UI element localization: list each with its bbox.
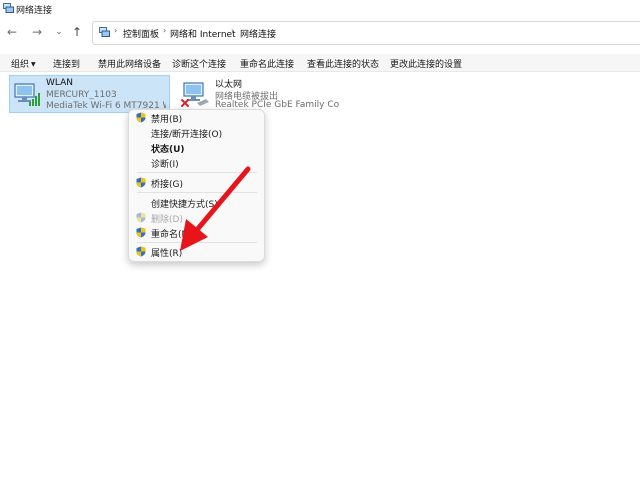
title-bar: 网络连接 [0, 0, 640, 17]
uac-shield-icon [136, 112, 146, 123]
uac-shield-icon [136, 227, 146, 238]
menu-item-disable[interactable]: 禁用(B) [129, 110, 264, 125]
disconnected-x-icon [181, 99, 189, 107]
chevron-right-icon[interactable]: › [231, 26, 234, 35]
connection-network: MERCURY_1103 [46, 90, 117, 100]
uac-shield-icon [136, 246, 146, 257]
view-status-button[interactable]: 查看此连接的状态 [307, 57, 379, 70]
breadcrumb-network-internet[interactable]: 网络和 Internet [170, 27, 236, 40]
window-title: 网络连接 [16, 6, 53, 16]
menu-item-label: 连接/断开连接(O) [151, 130, 223, 140]
annotation-arrow-icon [180, 166, 251, 251]
menu-item-label: 禁用(B) [151, 115, 183, 125]
rename-button[interactable]: 重命名此连接 [240, 57, 294, 70]
change-settings-button[interactable]: 更改此连接的设置 [390, 57, 462, 70]
control-panel-icon [99, 27, 110, 37]
network-connections-icon [3, 3, 14, 13]
chevron-right-icon[interactable]: › [163, 26, 166, 35]
address-bar[interactable]: › 控制面板 › 网络和 Internet › 网络连接 [92, 21, 640, 45]
connection-name: WLAN [46, 78, 74, 88]
breadcrumb-network-connections[interactable]: 网络连接 [240, 27, 276, 40]
menu-item-status[interactable]: 状态(U) [129, 140, 264, 155]
chevron-down-icon[interactable]: ⌄ [52, 25, 66, 39]
organize-label: 组织 [11, 60, 30, 70]
arrow-right-icon[interactable]: → [30, 25, 44, 39]
uac-shield-icon [136, 177, 146, 188]
connection-item-ethernet[interactable]: 以太网 网络电缆被拔出 Realtek PCIe GbE Family Cont… [179, 75, 349, 113]
connect-to-button[interactable]: 连接到 [53, 57, 80, 70]
diagnose-button[interactable]: 诊断这个连接 [172, 57, 226, 70]
wifi-adapter-icon [14, 83, 40, 106]
arrow-up-icon[interactable]: ↑ [70, 25, 84, 39]
uac-shield-icon [136, 212, 146, 223]
caret-down-icon: ▼ [31, 61, 36, 68]
organize-button[interactable]: 组织 ▼ [11, 57, 36, 70]
command-bar: 组织 ▼ 连接到 禁用此网络设备 诊断这个连接 重命名此连接 查看此连接的状态 更… [0, 54, 640, 72]
connection-item-wlan[interactable]: WLAN MERCURY_1103 MediaTek Wi-Fi 6 MT792… [9, 75, 170, 113]
breadcrumb-control-panel[interactable]: 控制面板 [123, 27, 159, 40]
disable-device-button[interactable]: 禁用此网络设备 [98, 57, 161, 70]
navigation-bar: ← → ⌄ ↑ › 控制面板 › 网络和 Internet › 网络连接 [0, 17, 640, 47]
menu-item-connect-disconnect[interactable]: 连接/断开连接(O) [129, 125, 264, 140]
arrow-left-icon[interactable]: ← [5, 25, 19, 39]
menu-item-label: 状态(U) [151, 145, 185, 155]
chevron-right-icon[interactable]: › [114, 26, 117, 35]
